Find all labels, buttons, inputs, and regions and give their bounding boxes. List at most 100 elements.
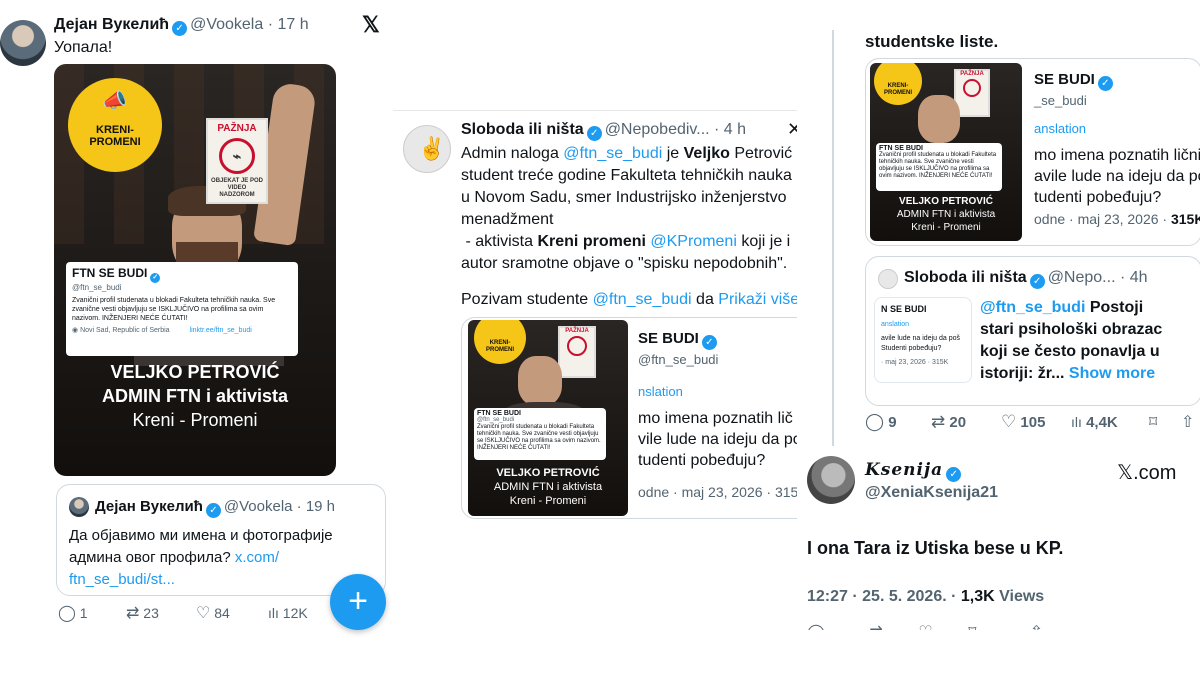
share-button[interactable]: ⇧ [1181,412,1194,432]
kreni-label: KRENI- [489,340,511,346]
close-icon[interactable]: ✕ [787,119,797,140]
author-name[interactable]: Sloboda ili ništa [461,121,584,138]
mention-link[interactable]: @ftn_se_budi [980,299,1085,316]
reply-button[interactable]: ◯ 1 [58,603,126,623]
mention-link[interactable]: @ftn_se_budi [593,291,692,308]
kreni-promeni-logo: KRENI- PROMENI [874,63,922,105]
promeni-label: PROMENI [89,136,141,148]
avatar [69,497,89,517]
card-views: 315K [1170,211,1200,227]
tweet-text: Уопала! [54,39,113,56]
author-handle[interactable]: @XeniaKsenija21 [865,484,998,502]
tweet-time[interactable]: · 4 h [714,121,746,138]
card-meta: odne · maj 23, 2026 · 315K [1034,211,1200,227]
bookmark-button[interactable]: ⌑ [1149,412,1181,432]
caption-line-1: VELJKO PETROVIĆ [899,196,993,207]
reply-count: 1 [79,605,88,621]
like-button[interactable]: ♡ 84 [196,603,268,623]
views-icon: ılı [1071,414,1082,430]
author-name[interactable]: Дејан Вукелић [54,16,169,33]
profile-link[interactable]: linktr.ee/ftn_se_budi [190,327,252,334]
quoted-tweet[interactable]: Дејан Вукелић ✓ @Vookela · 19 h Да објавим… [56,484,386,596]
mini-card-meta: · maj 23, 2026 · 315K [881,359,949,366]
mini-card: N SE BUDI anslation avile lude na ideju … [874,297,972,383]
heart-icon: ♡ [196,605,211,622]
card-text-line: tudenti pobeđuju? [638,452,766,469]
avatar[interactable] [0,20,46,66]
card-name: SE BUDI [1034,71,1095,88]
profile-location: Novi Sad, Republic of Serbia [80,327,170,334]
poster-thumbnail: KRENI- PROMENI PAŽNJA FTN SE BUDI @ftn_se… [468,320,628,516]
camera-icon [567,336,587,356]
caption-line-2: ADMIN FTN i aktivista [101,386,289,406]
avatar [878,269,898,289]
author-handle[interactable]: @Vookela [190,16,263,33]
like-button[interactable]: ♡ 105 [1001,412,1071,432]
mini-card-name: N SE BUDI [881,304,927,314]
sign-title: PAŽNJA [960,71,984,77]
reply-button[interactable]: ◯ 9 [865,412,931,432]
compose-button[interactable]: + [330,574,386,630]
views-button[interactable]: ılı 12K [268,605,308,621]
verified-icon: ✓ [586,126,602,141]
repost-button[interactable]: ⇄ 20 [931,412,1001,432]
tweet-time[interactable]: · 17 h [268,16,309,33]
quoted-tweet[interactable]: Sloboda ili ništa ✓ @Nepo... · 4h N SE BUD… [865,256,1200,406]
embedded-image[interactable]: KRENI- PROMENI PAŽNJA FTN SE BUDI @ftn_se… [461,317,797,519]
body-text: Veljko [683,145,730,162]
profile-bio: Zvanični profil studenata u blokadi Faku… [879,152,997,179]
profile-box: FTN SE BUDI Zvanični profil studenata u … [876,143,1002,191]
embedded-image[interactable]: KRENI- PROMENI PAŽNJA FTN SE BUDI Zvaničn… [865,58,1200,246]
promeni-label: PROMENI [485,347,514,353]
translation-link[interactable]: nslation [638,384,683,399]
quoted-text: @ftn_se_budi Postoji stari psihološki ob… [980,297,1198,385]
views-label: Views [994,588,1045,605]
quote-text-line: Postoji [1085,299,1144,316]
author-handle: @Nepo... [1047,269,1116,286]
caption-line-3: Kreni - Promeni [132,410,258,430]
caption-line-1: VELJKO PETROVIĆ [110,362,280,382]
card-name: SE BUDI [638,330,699,347]
repost-icon: ⇄ [931,412,946,431]
promeni-label: PROMENI [883,90,912,96]
sign-text: OBJEKAT JE POD VIDEO NADZOROM [211,178,263,198]
quote-text-line: istoriji: žr... [980,365,1065,382]
cctv-sign: PAŽNJA [558,326,596,378]
card-meta-text: odne · maj 23, 2026 · [1034,211,1171,227]
tweet-image[interactable]: 📣 KRENI- PROMENI PAŽNJA ⌁ OBJEKAT JE POD… [54,64,336,476]
like-count: 105 [1020,413,1046,431]
reply-icon: ◯ [58,605,76,622]
right-screenshot: studentske liste. KRENI- PROMENI PAŽNJA F… [805,30,1200,630]
show-more-link[interactable]: Show more [1069,365,1155,382]
views-button[interactable]: ılı 4,4K [1071,414,1149,431]
translation-link[interactable]: anslation [1034,121,1086,136]
cut-off-actions: ◯ ⇄ ♡ ⌑ ⇧ [807,622,1043,630]
left-screenshot: Дејан Вукелић ✓ @Vookela · 17 h 𝕏 Уопала! … [0,0,392,640]
body-text: Pozivam studente [461,291,593,308]
hand-icon: ✌ [418,136,446,161]
middle-screenshot: ✌ Sloboda ili ništa ✓ @Nepobediv... · 4 h … [393,110,797,523]
show-more-link[interactable]: Prikaži više [718,291,797,308]
mini-card-translation: anslation [881,321,910,328]
tweet-time: · 19 h [296,498,336,515]
share-icon: ⇧ [1181,414,1195,431]
repost-button[interactable]: ⇄ 23 [126,603,196,623]
avatar[interactable]: ✌ [403,125,451,173]
profile-bio: Zvanični profil studenata u blokadi Faku… [477,424,601,451]
author-handle[interactable]: @Nepobediv... [605,121,710,138]
verified-icon: ✓ [1029,274,1045,289]
verified-icon: ✓ [701,335,717,350]
mention-link[interactable]: @ftn_se_budi [563,145,662,162]
profile-name: FTN SE BUDI [72,266,148,280]
profile-handle: @ftn_se_budi [477,417,515,423]
kreni-promeni-logo: KRENI- PROMENI [474,320,526,364]
like-count: 84 [214,605,230,621]
verified-icon: ✓ [946,467,962,482]
profile-box: FTN SE BUDI ✓ @ftn_se_budi Zvanični profi… [66,262,298,356]
quote-text-line: stari psihološki obrazac [980,321,1163,338]
body-text: je [662,145,684,162]
megaphone-icon: 📣 [102,90,127,112]
mention-link[interactable]: @KPromeni [646,233,737,250]
avatar[interactable] [807,456,855,504]
author-name[interactable]: Ksenija [865,460,943,480]
